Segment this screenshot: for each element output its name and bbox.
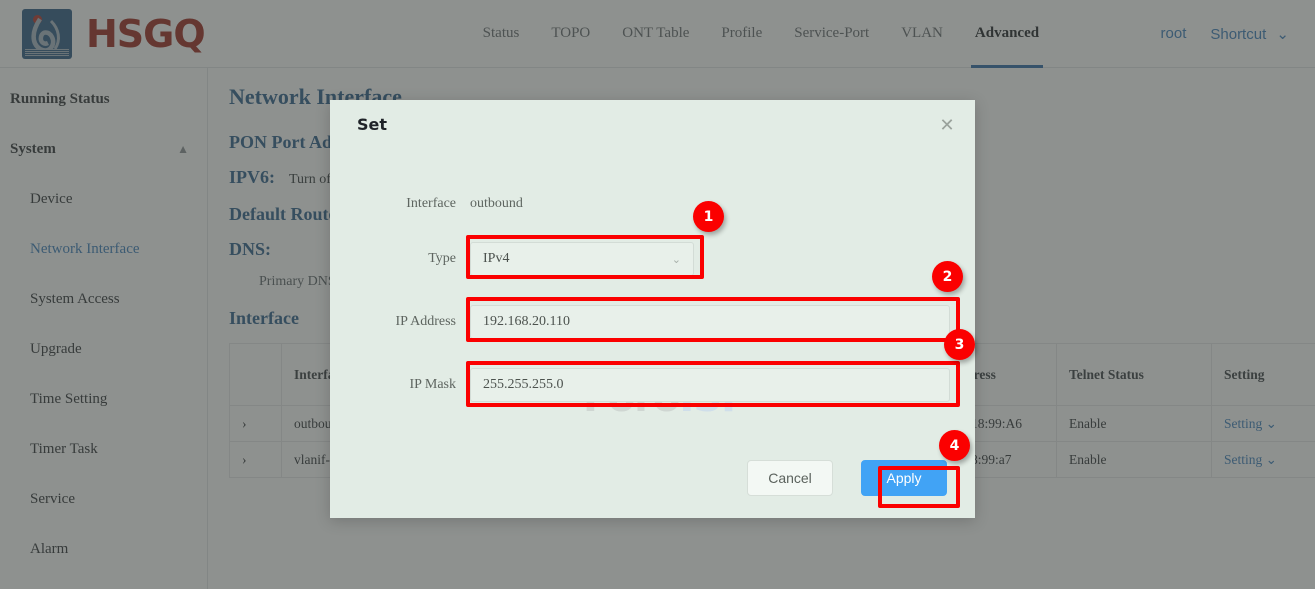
ip-address-value: 192.168.20.110: [483, 314, 570, 330]
ip-address-input[interactable]: 192.168.20.110: [470, 305, 950, 339]
ip-mask-input[interactable]: 255.255.255.0: [470, 368, 950, 402]
set-dialog: Set ✕ ForoISP Interface outbound Type IP…: [330, 100, 975, 518]
chevron-down-icon: ⌄: [672, 253, 681, 266]
app-root: HSGQ Status TOPO ONT Table Profile Servi…: [0, 0, 1315, 589]
dialog-title: Set: [357, 115, 387, 134]
cancel-button[interactable]: Cancel: [747, 460, 833, 496]
dialog-footer: Cancel Apply: [330, 460, 975, 496]
set-form: Interface outbound Type IPv4 ⌄ IP Addres…: [330, 180, 975, 417]
interface-field-label: Interface: [330, 196, 470, 212]
type-select[interactable]: IPv4 ⌄: [470, 242, 694, 276]
ip-mask-field-label: IP Mask: [330, 377, 470, 393]
ip-mask-row: IP Mask 255.255.255.0: [330, 353, 975, 417]
type-select-value: IPv4: [483, 251, 509, 267]
type-field-label: Type: [330, 251, 470, 267]
ip-address-field-label: IP Address: [330, 314, 470, 330]
interface-field-value: outbound: [470, 196, 523, 212]
apply-button[interactable]: Apply: [861, 460, 947, 496]
interface-row: Interface outbound: [330, 180, 975, 228]
close-icon[interactable]: ✕: [935, 114, 959, 138]
type-row: Type IPv4 ⌄: [330, 228, 975, 290]
ip-mask-value: 255.255.255.0: [483, 377, 564, 393]
ip-address-row: IP Address 192.168.20.110: [330, 290, 975, 353]
